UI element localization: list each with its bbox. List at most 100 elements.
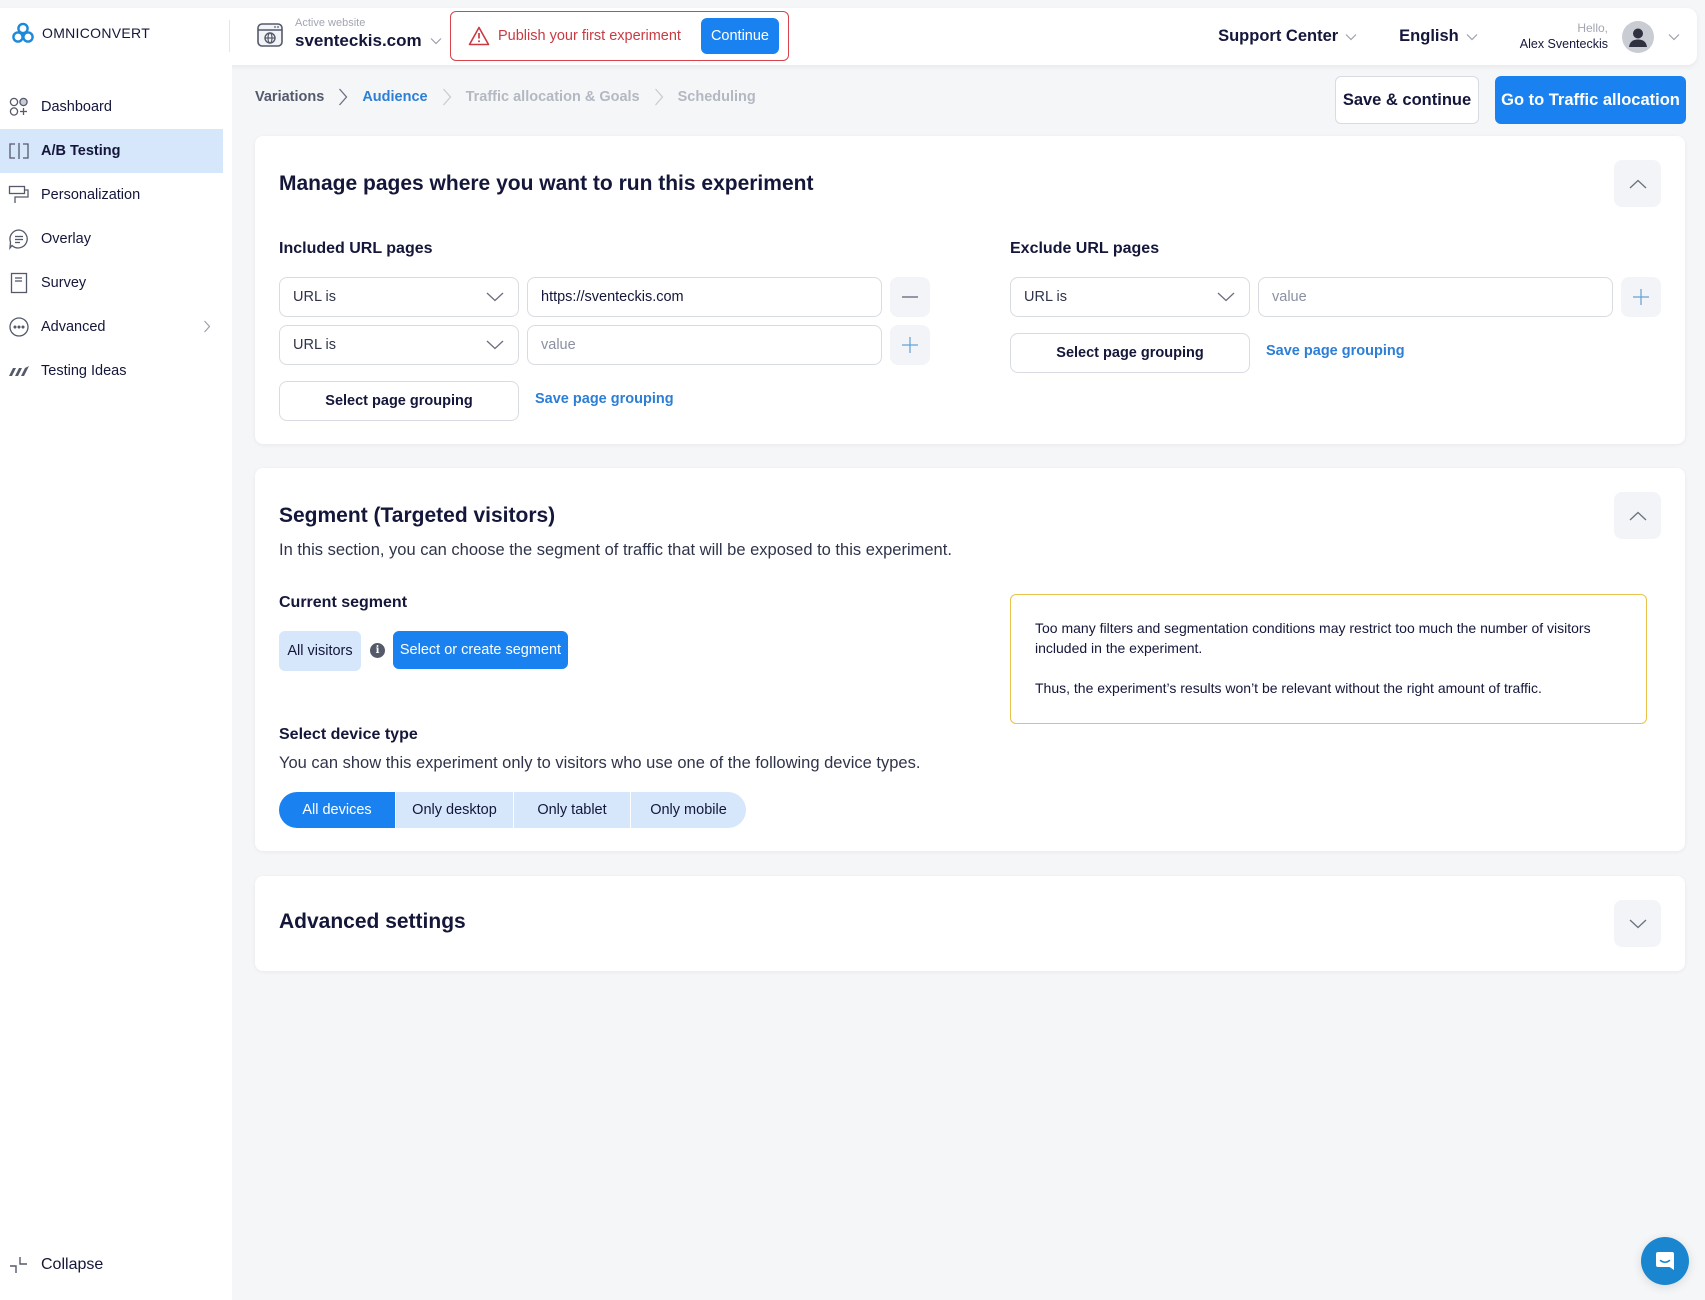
chevron-down-icon	[1629, 919, 1646, 928]
sidebar-item-label: Testing Ideas	[41, 363, 127, 379]
included-url-input[interactable]	[527, 325, 882, 365]
condition-value: URL is	[293, 337, 336, 353]
step-traffic-allocation-goals[interactable]: Traffic allocation & Goals	[466, 89, 640, 105]
condition-value: URL is	[293, 289, 336, 305]
continue-button[interactable]: Continue	[700, 18, 779, 54]
plus-icon	[902, 337, 918, 353]
chevron-down-icon	[430, 37, 442, 45]
excluded-url-input[interactable]	[1258, 277, 1613, 317]
user-menu[interactable]: Hello, Alex Sventeckis	[1519, 20, 1680, 53]
chat-widget-button[interactable]	[1641, 1237, 1689, 1285]
included-save-page-grouping-link[interactable]: Save page grouping	[535, 391, 674, 407]
step-scheduling[interactable]: Scheduling	[678, 89, 756, 105]
chevron-down-icon	[486, 292, 504, 302]
sidebar-item-label: Survey	[41, 275, 87, 291]
device-option-mobile[interactable]: Only mobile	[630, 792, 746, 828]
remove-row-button[interactable]	[890, 277, 930, 317]
add-exclude-row-button[interactable]	[1621, 277, 1661, 317]
collapse-icon	[8, 1254, 30, 1276]
sidebar-item-ab-testing[interactable]: A/B Testing	[0, 129, 223, 173]
collapse-section-button[interactable]	[1614, 160, 1661, 207]
chevron-down-icon	[1217, 292, 1235, 302]
chat-bubble-icon	[1656, 1252, 1674, 1270]
user-silhouette-icon	[1629, 28, 1647, 47]
save-continue-button[interactable]: Save & continue	[1335, 76, 1479, 124]
sidebar-item-personalization[interactable]: Personalization	[0, 173, 223, 217]
collapse-section-button[interactable]	[1614, 492, 1661, 539]
warning-triangle-icon	[468, 26, 490, 46]
device-type-title: Select device type	[279, 726, 418, 743]
manage-pages-title: Manage pages where you want to run this …	[279, 172, 814, 195]
alert-message: Publish your first experiment	[498, 28, 681, 44]
segment-warning-box: Too many filters and segmentation condit…	[1010, 594, 1647, 724]
testing-ideas-icon	[8, 360, 30, 382]
minus-icon	[902, 296, 918, 298]
chevron-down-icon	[1466, 33, 1478, 41]
included-url-input[interactable]	[527, 277, 882, 317]
user-greeting: Hello,	[1577, 21, 1608, 35]
header-right: Support Center English Hello, Alex Svent…	[1218, 8, 1680, 65]
collapse-label: Collapse	[41, 1256, 104, 1273]
select-or-create-segment-button[interactable]: Select or create segment	[393, 631, 568, 669]
condition-value: URL is	[1024, 289, 1067, 305]
sidebar-item-overlay[interactable]: Overlay	[0, 217, 223, 261]
info-icon[interactable]: i	[370, 643, 385, 658]
chevron-right-icon	[654, 88, 664, 106]
personalization-icon	[8, 184, 30, 206]
included-select-page-grouping-button[interactable]: Select page grouping	[279, 381, 519, 421]
expand-section-button[interactable]	[1614, 900, 1661, 947]
support-center-menu[interactable]: Support Center	[1218, 27, 1357, 46]
avatar[interactable]	[1622, 20, 1654, 53]
device-option-desktop[interactable]: Only desktop	[395, 792, 513, 828]
exclude-url-pages-title: Exclude URL pages	[1010, 240, 1160, 257]
active-website-selector[interactable]: Active website sventeckis.com	[256, 17, 442, 52]
sidebar-item-label: Advanced	[41, 319, 106, 335]
active-website-name: sventeckis.com	[295, 31, 422, 50]
website-globe-icon	[256, 21, 284, 49]
sidebar-item-advanced[interactable]: Advanced	[0, 305, 223, 349]
step-audience[interactable]: Audience	[362, 89, 427, 105]
advanced-settings-card[interactable]: Advanced settings	[255, 876, 1685, 971]
sidebar: Dashboard A/B Testing Personalization Ov…	[0, 65, 232, 1300]
included-condition-select[interactable]: URL is	[279, 325, 519, 365]
segment-title: Segment (Targeted visitors)	[279, 504, 556, 527]
sidebar-item-label: Personalization	[41, 187, 141, 203]
manage-pages-card: Manage pages where you want to run this …	[255, 136, 1685, 444]
included-condition-select[interactable]: URL is	[279, 277, 519, 317]
support-center-label: Support Center	[1218, 27, 1339, 45]
overlay-icon	[8, 228, 30, 250]
excluded-select-page-grouping-button[interactable]: Select page grouping	[1010, 333, 1250, 373]
chevron-down-icon	[1668, 33, 1680, 41]
sidebar-item-testing-ideas[interactable]: Testing Ideas	[0, 349, 223, 393]
chevron-right-icon	[338, 88, 348, 106]
active-website-label: Active website	[295, 17, 366, 29]
step-variations[interactable]: Variations	[255, 89, 324, 105]
excluded-condition-select[interactable]: URL is	[1010, 277, 1250, 317]
sidebar-item-dashboard[interactable]: Dashboard	[0, 85, 223, 129]
add-row-button[interactable]	[890, 325, 930, 365]
chevron-down-icon	[486, 340, 504, 350]
segment-card: Segment (Targeted visitors) In this sect…	[255, 468, 1685, 851]
excluded-save-page-grouping-link[interactable]: Save page grouping	[1266, 343, 1405, 359]
brand-logo[interactable]: OMNICONVERT	[12, 22, 150, 44]
omniconvert-logo-icon	[12, 22, 34, 44]
sidebar-item-label: Overlay	[41, 231, 91, 247]
current-segment-label: Current segment	[279, 594, 408, 611]
publish-alert: Publish your first experiment Continue	[450, 11, 789, 61]
advanced-settings-title: Advanced settings	[279, 910, 466, 933]
wizard-steps: Variations Audience Traffic allocation &…	[255, 88, 756, 106]
sidebar-item-label: Dashboard	[41, 99, 112, 115]
current-segment-badge: All visitors	[279, 631, 361, 671]
language-menu[interactable]: English	[1399, 27, 1478, 46]
collapse-sidebar-button[interactable]: Collapse	[8, 1254, 103, 1276]
sidebar-item-label: A/B Testing	[41, 143, 121, 159]
warning-text: Thus, the experiment’s results won’t be …	[1035, 680, 1542, 696]
go-to-traffic-allocation-button[interactable]: Go to Traffic allocation	[1495, 76, 1686, 124]
device-option-tablet[interactable]: Only tablet	[513, 792, 630, 828]
device-type-toggle: All devices Only desktop Only tablet Onl…	[279, 792, 746, 828]
device-option-all[interactable]: All devices	[279, 792, 395, 828]
device-type-description: You can show this experiment only to vis…	[279, 754, 921, 772]
user-name: Alex Sventeckis	[1519, 37, 1608, 51]
warning-text: Too many filters and segmentation condit…	[1035, 620, 1591, 656]
sidebar-item-survey[interactable]: Survey	[0, 261, 223, 305]
